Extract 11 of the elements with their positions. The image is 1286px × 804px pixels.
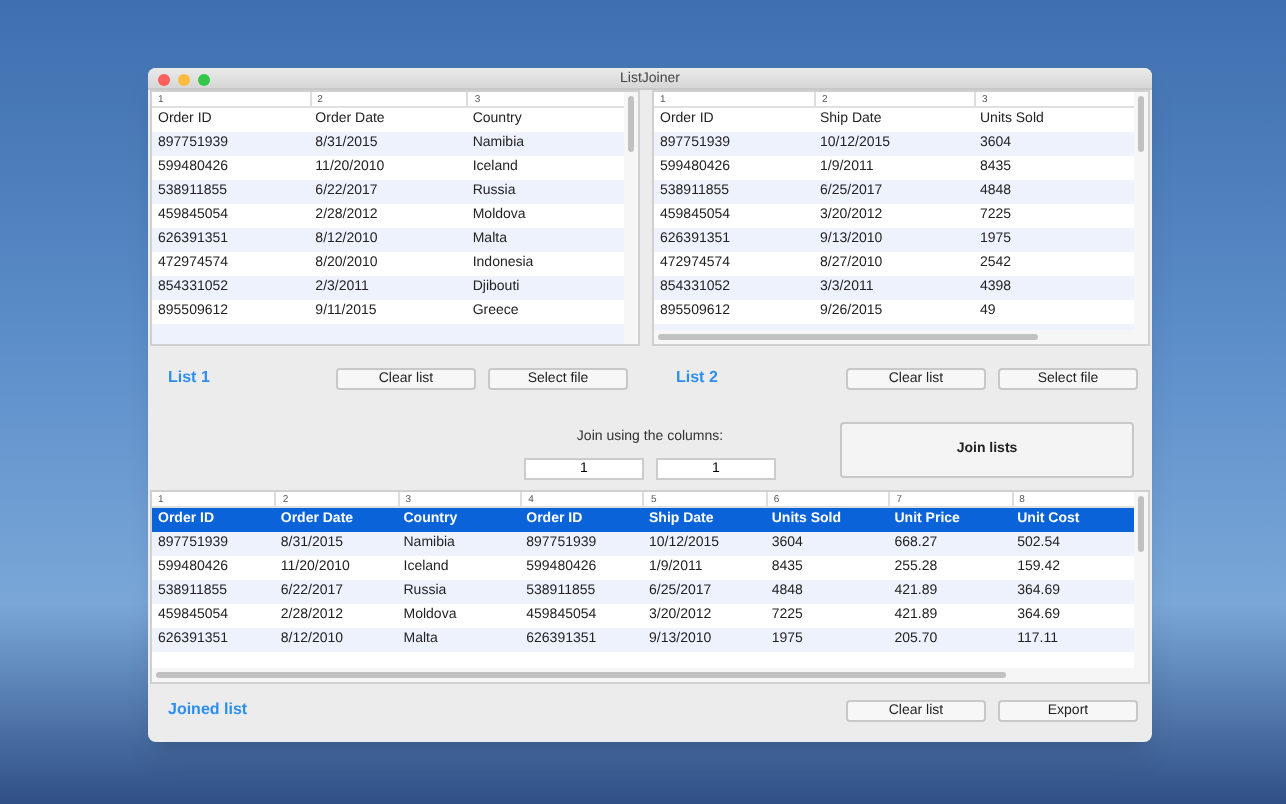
close-button[interactable]	[158, 74, 170, 86]
vertical-scrollbar[interactable]	[628, 96, 634, 152]
vertical-scrollbar[interactable]	[1138, 496, 1144, 552]
zoom-button[interactable]	[198, 74, 210, 86]
horizontal-scrollbar[interactable]	[658, 334, 1038, 340]
list-label: Joined list	[166, 698, 250, 722]
list-label: List 1	[166, 366, 212, 390]
horizontal-scrollbar[interactable]	[156, 672, 1006, 678]
list-label: List 2	[674, 366, 720, 390]
vertical-scrollbar[interactable]	[1138, 96, 1144, 152]
minimize-button[interactable]	[178, 74, 190, 86]
